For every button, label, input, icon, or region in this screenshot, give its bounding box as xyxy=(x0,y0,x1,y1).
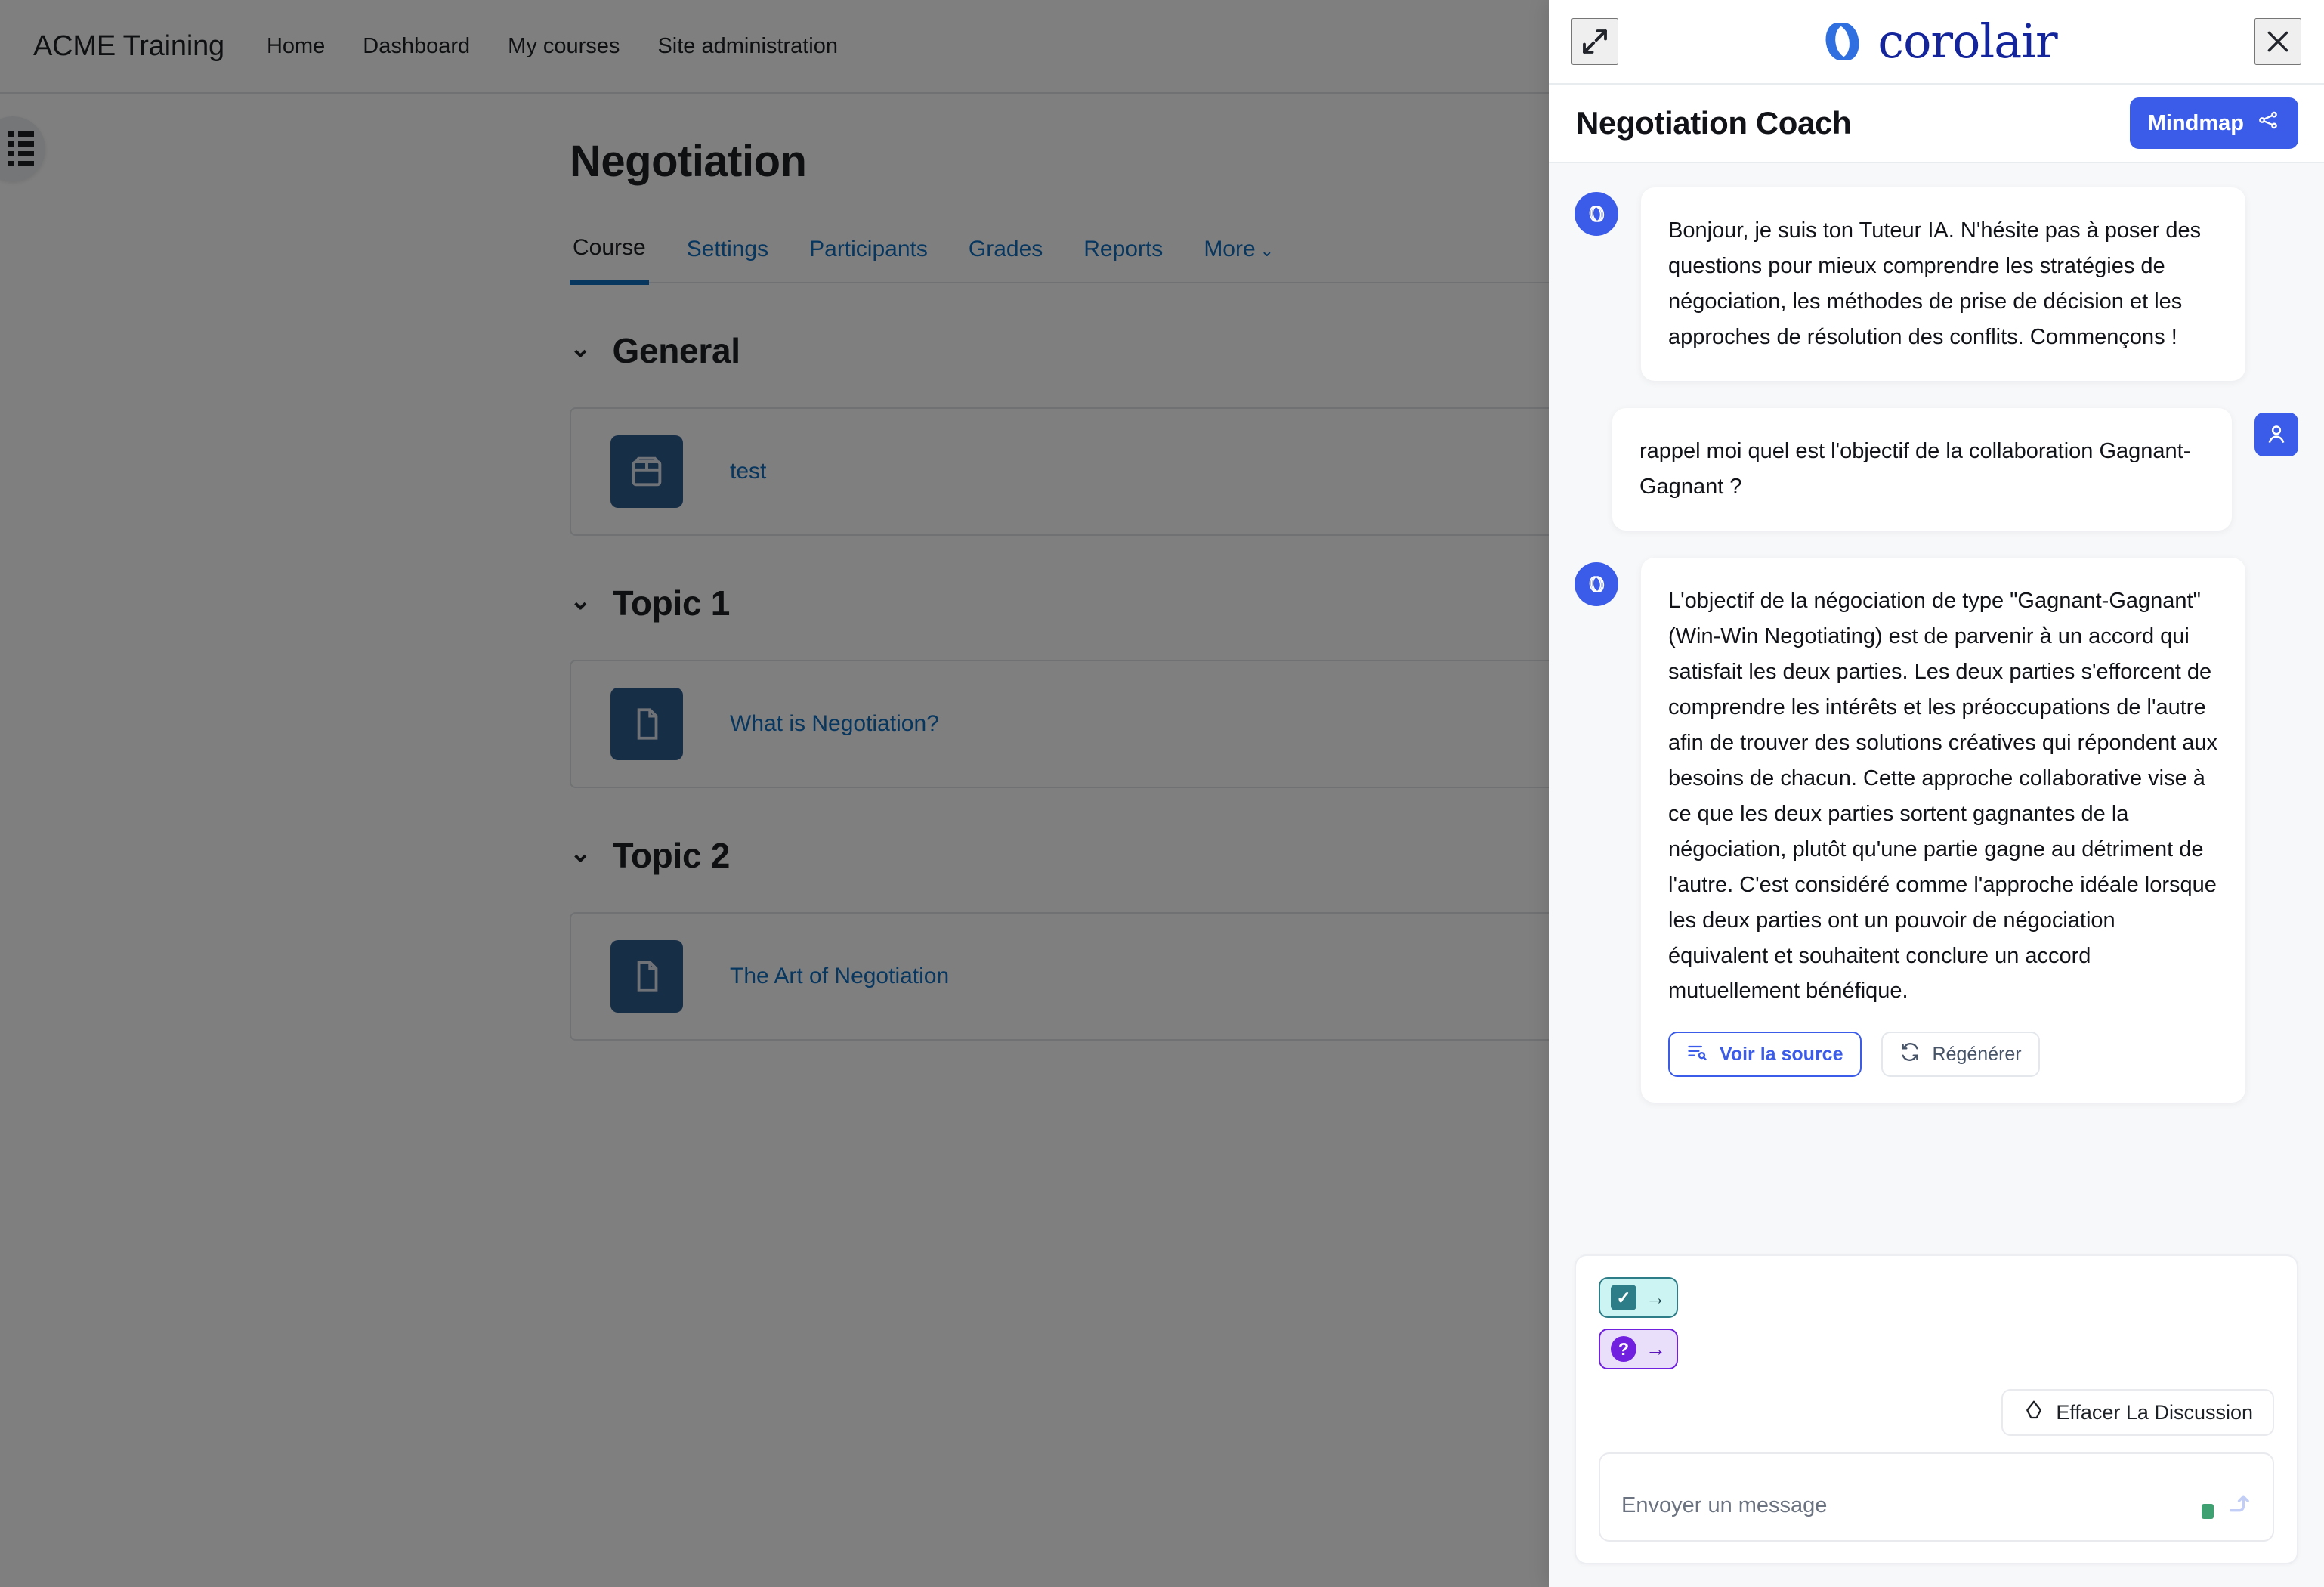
status-indicator xyxy=(2202,1504,2214,1519)
chat-message-bot: Bonjour, je suis ton Tuteur IA. N'hésite… xyxy=(1575,187,2298,381)
checkbox-icon: ✓ xyxy=(1611,1285,1636,1310)
clear-discussion-row: Effacer La Discussion xyxy=(1599,1389,2274,1436)
corolair-tutor-panel: corolair Negotiation Coach Mindmap Bonjo… xyxy=(1549,0,2324,1587)
question-chip[interactable]: ? → xyxy=(1599,1329,1678,1369)
close-icon[interactable] xyxy=(2254,18,2301,65)
expand-diagonal-icon[interactable] xyxy=(1571,18,1618,65)
corolair-wordmark: corolair xyxy=(1877,14,2057,69)
composer: ✓ → ? → Effacer La Discussion xyxy=(1575,1254,2298,1564)
clear-discussion-label: Effacer La Discussion xyxy=(2056,1400,2253,1424)
send-button[interactable] xyxy=(2218,1487,2256,1525)
refresh-icon xyxy=(1899,1041,1921,1068)
chat-bubble: L'objectif de la négociation de type "Ga… xyxy=(1641,557,2245,1103)
corolair-mark-icon xyxy=(1575,561,1618,606)
eraser-icon xyxy=(2023,1399,2045,1427)
corolair-mark-icon xyxy=(1575,192,1618,236)
corolair-mark-icon xyxy=(1825,23,1859,60)
arrow-right-icon: → xyxy=(1646,1285,1666,1309)
send-arrow-icon xyxy=(2222,1490,2252,1523)
assistant-title: Negotiation Coach xyxy=(1576,105,1852,141)
chat-message-user: rappel moi quel est l'objectif de la col… xyxy=(1575,407,2298,531)
user-icon xyxy=(2254,412,2298,456)
chat-message-list[interactable]: Bonjour, je suis ton Tuteur IA. N'hésite… xyxy=(1549,163,2324,1254)
mindmap-button[interactable]: Mindmap xyxy=(2129,97,2298,149)
quiz-chip[interactable]: ✓ → xyxy=(1599,1277,1678,1318)
view-source-label: Voir la source xyxy=(1720,1043,1843,1065)
mindmap-icon xyxy=(2256,108,2280,138)
message-text: L'objectif de la négociation de type "Ga… xyxy=(1668,588,2218,1004)
message-text: Bonjour, je suis ton Tuteur IA. N'hésite… xyxy=(1668,218,2202,349)
chat-bubble: Bonjour, je suis ton Tuteur IA. N'hésite… xyxy=(1641,187,2245,381)
question-mark-icon: ? xyxy=(1611,1336,1636,1362)
message-input-wrapper[interactable] xyxy=(1599,1452,2274,1542)
arrow-right-icon: → xyxy=(1646,1337,1666,1360)
suggestion-chips: ✓ → ? → xyxy=(1599,1277,2274,1369)
corolair-logo: corolair xyxy=(1816,14,2058,69)
clear-discussion-button[interactable]: Effacer La Discussion xyxy=(2001,1389,2274,1436)
chat-bubble: rappel moi quel est l'objectif de la col… xyxy=(1612,407,2232,531)
view-source-button[interactable]: Voir la source xyxy=(1668,1032,1862,1078)
regenerate-button[interactable]: Régénérer xyxy=(1881,1032,2040,1078)
panel-topbar: corolair xyxy=(1549,0,2324,85)
message-input[interactable] xyxy=(1600,1454,2273,1540)
mindmap-label: Mindmap xyxy=(2147,110,2244,135)
message-text: rappel moi quel est l'objectif de la col… xyxy=(1639,438,2191,499)
message-actions: Voir la source Régénérer xyxy=(1668,1032,2218,1078)
panel-header: Negotiation Coach Mindmap xyxy=(1549,85,2324,163)
regenerate-label: Régénérer xyxy=(1932,1043,2022,1065)
chat-message-bot: L'objectif de la négociation de type "Ga… xyxy=(1575,557,2298,1103)
source-list-icon xyxy=(1686,1041,1707,1068)
